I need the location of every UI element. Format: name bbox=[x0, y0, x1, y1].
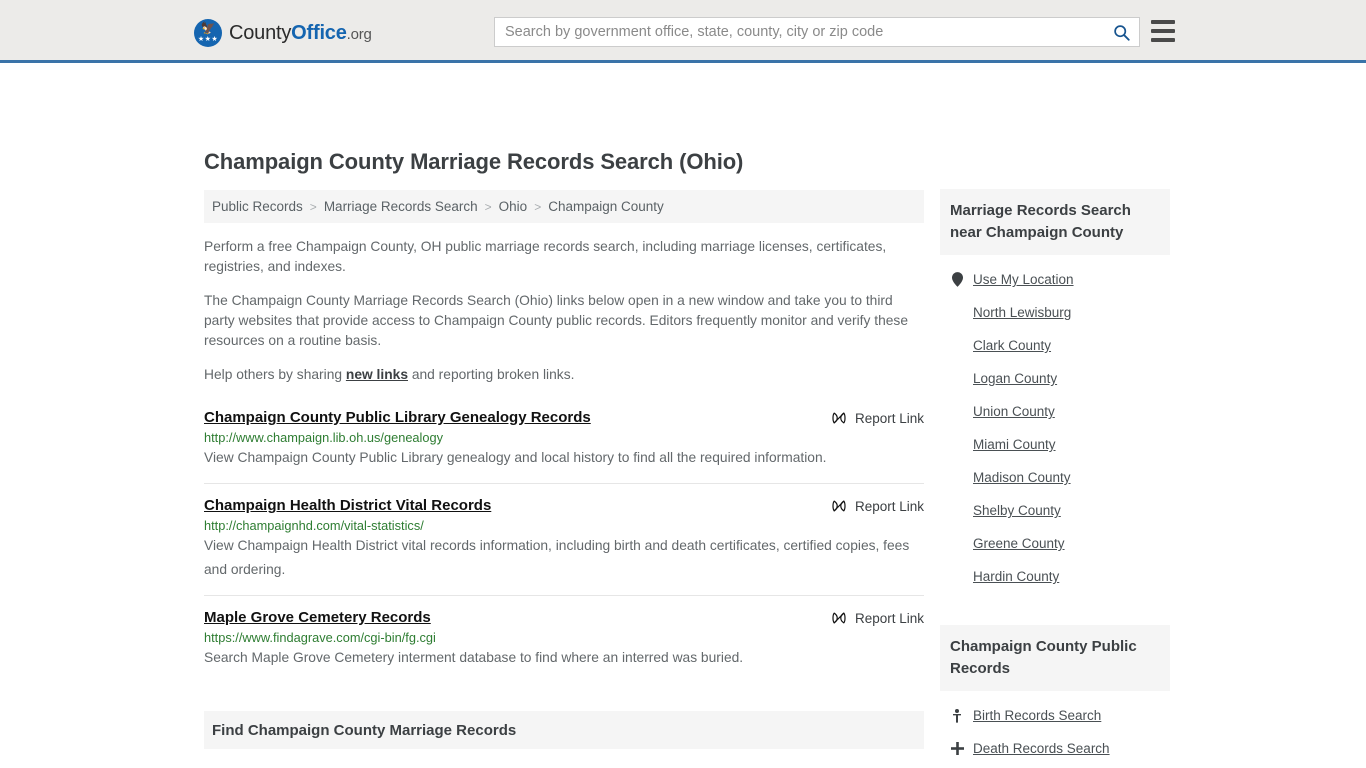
sidebar-item-north-lewisburg[interactable]: North Lewisburg bbox=[950, 296, 1160, 329]
result-url: https://www.findagrave.com/cgi-bin/fg.cg… bbox=[204, 630, 436, 645]
report-link-label: Report Link bbox=[854, 410, 924, 426]
sidebar-item-birth-records-search[interactable]: Birth Records Search bbox=[950, 699, 1160, 732]
sidebar-item-greene-county[interactable]: Greene County bbox=[950, 527, 1160, 560]
sidebar-link-label[interactable]: Hardin County bbox=[973, 569, 1059, 584]
report-link-label: Report Link bbox=[854, 498, 924, 514]
public-records-heading: Champaign County Public Records bbox=[940, 625, 1170, 691]
map-pin-icon bbox=[950, 272, 964, 287]
result-url: http://www.champaign.lib.oh.us/genealogy bbox=[204, 430, 444, 445]
find-records-heading: Find Champaign County Marriage Records bbox=[204, 711, 924, 749]
sidebar-item-logan-county[interactable]: Logan County bbox=[950, 362, 1160, 395]
sidebar-item-shelby-county[interactable]: Shelby County bbox=[950, 494, 1160, 527]
sidebar-link-label[interactable]: North Lewisburg bbox=[973, 305, 1071, 320]
sidebar-link-label[interactable]: Death Records Search bbox=[973, 741, 1110, 756]
intro-paragraph-1: Perform a free Champaign County, OH publ… bbox=[204, 239, 887, 274]
result-header: Champaign Health District Vital Records … bbox=[204, 497, 924, 514]
sidebar-link-label[interactable]: Miami County bbox=[973, 437, 1056, 452]
report-link-label: Report Link bbox=[854, 610, 924, 626]
sidebar-link-label[interactable]: Greene County bbox=[973, 536, 1065, 551]
breadcrumb-separator-icon: > bbox=[534, 199, 542, 214]
sidebar-link-label[interactable]: Birth Records Search bbox=[973, 708, 1101, 723]
new-links-link[interactable]: new links bbox=[346, 367, 408, 382]
sidebar-item-use-my-location[interactable]: Use My Location bbox=[950, 263, 1160, 296]
sidebar-item-clark-county[interactable]: Clark County bbox=[950, 329, 1160, 362]
result-item: Maple Grove Cemetery Records Report Link… bbox=[204, 595, 924, 683]
broken-link-icon bbox=[832, 612, 846, 624]
result-description: View Champaign County Public Library gen… bbox=[204, 450, 827, 465]
breadcrumb-separator-icon: > bbox=[484, 199, 492, 214]
sidebar-item-madison-county[interactable]: Madison County bbox=[950, 461, 1160, 494]
brand-text: CountyOffice.org bbox=[229, 22, 372, 45]
site-header: 🦅 ★★★ CountyOffice.org bbox=[0, 0, 1366, 63]
results-list: Champaign County Public Library Genealog… bbox=[204, 405, 924, 683]
breadcrumb-item-ohio[interactable]: Ohio bbox=[499, 199, 528, 214]
intro-paragraph-3: Help others by sharing new links and rep… bbox=[204, 365, 924, 385]
hamburger-bar bbox=[1151, 38, 1175, 42]
report-link-button[interactable]: Report Link bbox=[831, 497, 924, 514]
public-records-list: Birth Records Search Death Records Searc… bbox=[940, 691, 1170, 768]
result-title-link[interactable]: Champaign County Public Library Genealog… bbox=[204, 409, 591, 426]
share-text-after: and reporting broken links. bbox=[408, 367, 575, 382]
intro-paragraph-2: The Champaign County Marriage Records Se… bbox=[204, 293, 908, 348]
sidebar: Marriage Records Search near Champaign C… bbox=[940, 189, 1170, 768]
result-header: Champaign County Public Library Genealog… bbox=[204, 409, 924, 426]
broken-link-icon bbox=[832, 412, 846, 424]
baby-icon bbox=[950, 708, 964, 723]
sidebar-link-label[interactable]: Clark County bbox=[973, 338, 1051, 353]
brand-part-org: .org bbox=[346, 25, 372, 43]
public-records-card: Champaign County Public Records Birth Re… bbox=[940, 625, 1170, 768]
breadcrumb: Public Records > Marriage Records Search… bbox=[204, 190, 924, 223]
result-item: Champaign County Public Library Genealog… bbox=[204, 405, 924, 483]
brand-part-county: County bbox=[229, 21, 292, 44]
hamburger-menu-icon[interactable] bbox=[1151, 20, 1175, 42]
breadcrumb-item-public-records[interactable]: Public Records bbox=[212, 199, 303, 214]
result-url: http://champaignhd.com/vital-statistics/ bbox=[204, 518, 424, 533]
find-records-section: Find Champaign County Marriage Records C… bbox=[204, 711, 924, 768]
search-icon bbox=[1113, 24, 1130, 41]
share-text-before: Help others by sharing bbox=[204, 367, 346, 382]
result-title-link[interactable]: Maple Grove Cemetery Records bbox=[204, 609, 431, 626]
search-bar bbox=[494, 17, 1140, 47]
nearby-searches-list: Use My Location North Lewisburg Clark Co… bbox=[940, 255, 1170, 597]
eagle-seal-icon: 🦅 ★★★ bbox=[194, 19, 222, 47]
main-content: Champaign County Marriage Records Search… bbox=[204, 149, 924, 768]
result-description: Search Maple Grove Cemetery interment da… bbox=[204, 650, 744, 665]
cross-icon bbox=[950, 742, 964, 755]
search-input[interactable] bbox=[495, 18, 1103, 46]
nearby-searches-heading: Marriage Records Search near Champaign C… bbox=[940, 189, 1170, 255]
breadcrumb-item-champaign-county: Champaign County bbox=[548, 199, 664, 214]
sidebar-link-label[interactable]: Union County bbox=[973, 404, 1055, 419]
page-title: Champaign County Marriage Records Search… bbox=[204, 149, 744, 174]
sidebar-item-death-records-search[interactable]: Death Records Search bbox=[950, 732, 1160, 765]
report-link-button[interactable]: Report Link bbox=[831, 409, 924, 426]
broken-link-icon bbox=[832, 500, 846, 512]
result-header: Maple Grove Cemetery Records Report Link bbox=[204, 609, 924, 626]
hamburger-bar bbox=[1151, 29, 1175, 33]
report-link-button[interactable]: Report Link bbox=[831, 609, 924, 626]
sidebar-item-hardin-county[interactable]: Hardin County bbox=[950, 560, 1160, 593]
site-logo[interactable]: 🦅 ★★★ CountyOffice.org bbox=[194, 19, 372, 47]
result-title-link[interactable]: Champaign Health District Vital Records bbox=[204, 497, 491, 514]
sidebar-link-label[interactable]: Madison County bbox=[973, 470, 1071, 485]
search-button[interactable] bbox=[1103, 18, 1139, 46]
brand-part-office: Office bbox=[291, 21, 347, 44]
result-description: View Champaign Health District vital rec… bbox=[204, 538, 910, 577]
result-item: Champaign Health District Vital Records … bbox=[204, 483, 924, 595]
sidebar-item-union-county[interactable]: Union County bbox=[950, 395, 1160, 428]
breadcrumb-separator-icon: > bbox=[309, 199, 317, 214]
breadcrumb-item-marriage-records-search[interactable]: Marriage Records Search bbox=[324, 199, 478, 214]
find-records-body: Champaign County Marriage Records are of… bbox=[204, 749, 924, 768]
sidebar-link-label[interactable]: Use My Location bbox=[973, 272, 1074, 287]
sidebar-link-label[interactable]: Shelby County bbox=[973, 503, 1061, 518]
sidebar-item-miami-county[interactable]: Miami County bbox=[950, 428, 1160, 461]
nearby-searches-card: Marriage Records Search near Champaign C… bbox=[940, 189, 1170, 597]
hamburger-bar bbox=[1151, 20, 1175, 24]
sidebar-link-label[interactable]: Logan County bbox=[973, 371, 1057, 386]
